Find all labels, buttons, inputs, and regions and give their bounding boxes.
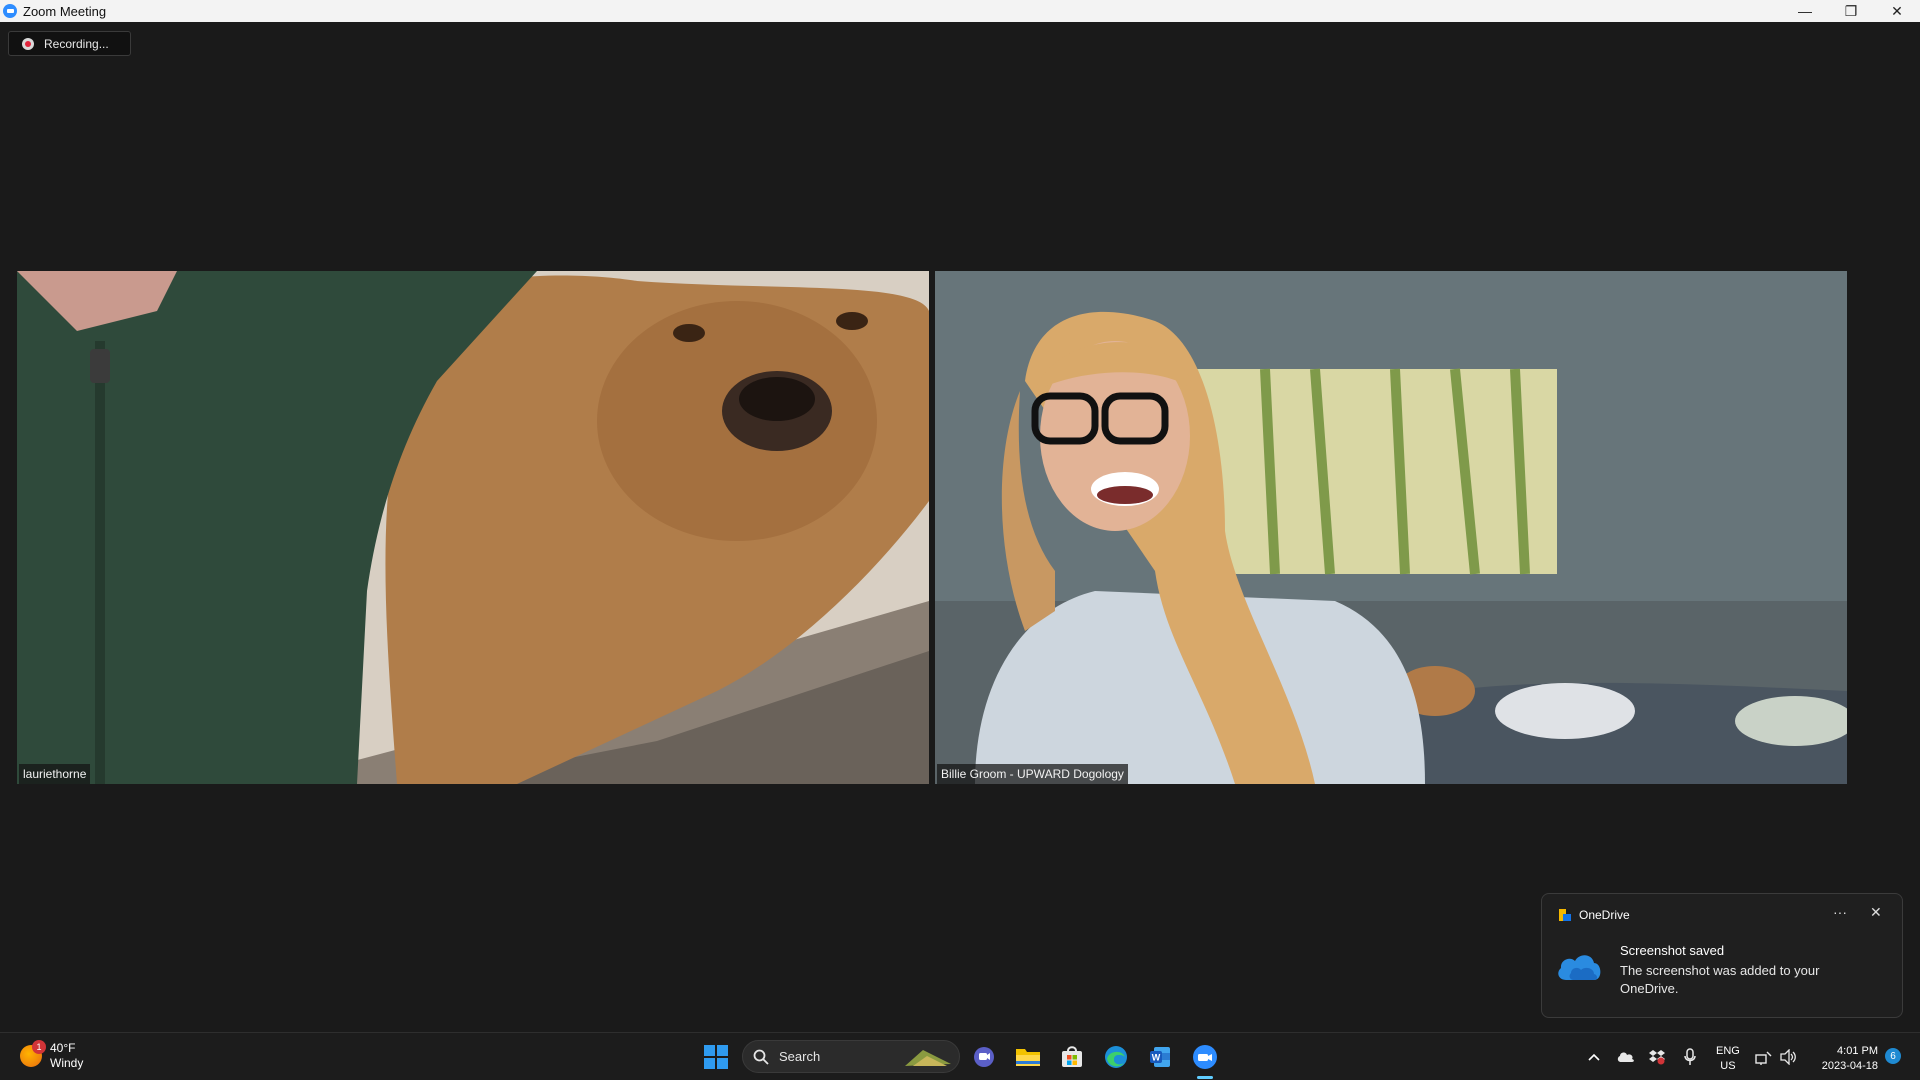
clock-date: 2023-04-18 [1821,1060,1878,1072]
zoom-icon [1193,1045,1217,1069]
word-icon: W [1150,1047,1170,1067]
edge-icon [1105,1046,1127,1068]
recording-indicator[interactable]: Recording... [8,31,131,56]
notification-body: The screenshot was added to your OneDriv… [1620,963,1820,996]
onedrive-app-icon [1559,909,1571,921]
file-explorer-icon [1016,1049,1040,1066]
zoom-active-indicator [1197,1076,1213,1079]
keyboard-layout: US [1720,1060,1736,1072]
close-window-button[interactable]: ✕ [1874,0,1920,22]
notification-title: Screenshot saved [1620,943,1725,958]
video-feed-dog [17,271,929,784]
network-icon [1755,1051,1772,1065]
system-clock[interactable]: 4:01 PM 2023-04-18 [1812,1044,1878,1074]
onedrive-cloud-icon [1558,955,1601,980]
clock-time: 4:01 PM [1837,1045,1878,1057]
minimize-button[interactable]: — [1782,0,1828,22]
restore-button[interactable]: ❐ [1828,0,1874,22]
chevron-up-icon [1588,1053,1600,1061]
dropbox-icon [1649,1050,1665,1065]
edge-browser-button[interactable] [1102,1043,1130,1071]
weather-widget[interactable]: 1 40°F Windy [20,1040,84,1071]
language-code: ENG [1716,1045,1740,1057]
microphone-tray-button[interactable] [1676,1043,1704,1071]
cloud-icon [1617,1052,1634,1062]
zoom-taskbar-button[interactable] [1191,1043,1219,1071]
video-tile-billie-groom[interactable]: Billie Groom - UPWARD Dogology [935,271,1847,784]
window-controls: — ❐ ✕ [1782,0,1920,22]
microphone-icon [1684,1048,1696,1065]
notification-header: OneDrive [1558,908,1630,922]
search-highlight-icon [905,1049,951,1066]
notification-center-badge[interactable]: 6 [1885,1048,1901,1064]
more-options-button[interactable]: ··· [1833,904,1847,920]
onedrive-notification[interactable]: OneDrive ··· ✕ Screenshot saved The scre… [1541,893,1903,1018]
file-explorer-button[interactable] [1014,1043,1042,1071]
participant-name-tag: Billie Groom - UPWARD Dogology [937,764,1128,784]
taskbar-search-box[interactable]: Search [742,1040,960,1073]
show-hidden-icons-button[interactable] [1580,1043,1608,1071]
network-tray-button[interactable] [1750,1043,1778,1071]
svg-text:W: W [1152,1053,1161,1063]
onedrive-tray-button[interactable] [1612,1043,1640,1071]
word-button[interactable]: W [1146,1043,1174,1071]
taskbar: 1 40°F Windy Search W ENG US 4:01 PM 202… [0,1032,1920,1080]
search-label: Search [779,1049,821,1064]
window-title-bar: Zoom Meeting — ❐ ✕ [0,0,1920,22]
weather-alert-badge: 1 [32,1040,46,1054]
start-button[interactable] [702,1043,730,1071]
close-notification-button[interactable]: ✕ [1870,904,1882,921]
teams-chat-icon [974,1047,994,1067]
search-icon [753,1049,769,1065]
teams-chat-button[interactable] [970,1043,998,1071]
weather-icon: 1 [20,1040,46,1067]
participant-name-tag: lauriethorne [19,764,91,784]
windows-start-icon [704,1045,728,1069]
zoom-app-icon [3,4,17,18]
volume-tray-button[interactable] [1775,1043,1803,1071]
volume-icon [1780,1049,1796,1065]
microsoft-store-button[interactable] [1058,1043,1086,1071]
video-feed-person [935,271,1847,784]
weather-temperature: 40°F [50,1041,76,1055]
dropbox-tray-button[interactable] [1643,1043,1671,1071]
input-language-indicator[interactable]: ENG US [1716,1044,1740,1074]
notification-app-name: OneDrive [1579,908,1630,922]
recording-label: Recording... [44,36,109,51]
window-title: Zoom Meeting [23,3,107,19]
video-tile-lauriethorne[interactable]: lauriethorne [17,271,929,784]
weather-condition: Windy [50,1056,84,1070]
microsoft-store-icon [1062,1046,1082,1067]
record-icon [22,37,34,50]
